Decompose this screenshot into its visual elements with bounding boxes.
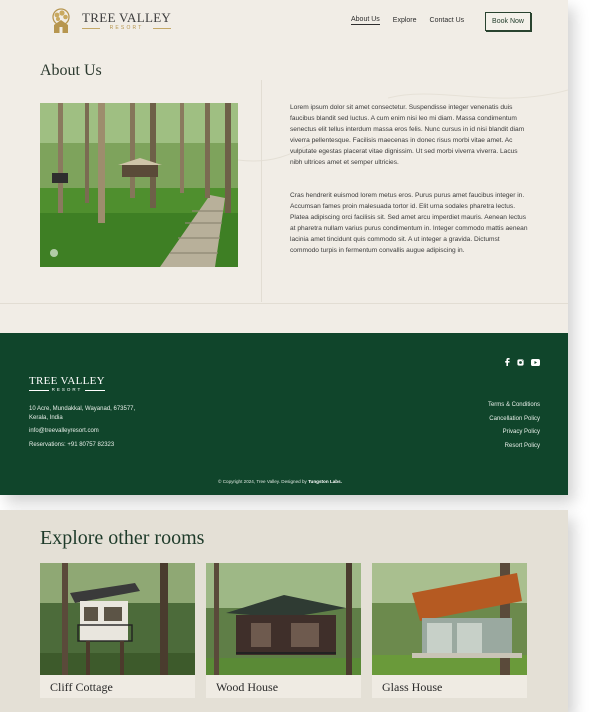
room-name: Cliff Cottage	[50, 680, 113, 694]
room-image	[206, 563, 361, 675]
room-card-wood-house[interactable]: Wood House	[206, 563, 361, 698]
explore-rooms-section: Explore other rooms Cliff Cottage Wood H…	[0, 510, 568, 712]
nav-about-us[interactable]: About Us	[351, 16, 380, 25]
footer-brand-sub: RESORT	[29, 387, 105, 393]
room-image	[372, 563, 527, 675]
footer-brand-logo[interactable]: TREE VALLEY RESORT	[29, 375, 105, 393]
footer-phone[interactable]: Reservations: +91 80757 82323	[29, 441, 114, 450]
about-paragraph-1: Lorem ipsum dolor sit amet consectetur. …	[290, 104, 525, 167]
footer-email-link[interactable]: info@treevalleyresort.com	[29, 427, 99, 436]
footer-link-privacy[interactable]: Privacy Policy	[488, 426, 540, 440]
instagram-icon[interactable]	[517, 358, 524, 366]
copyright-notice: © Copyright 2024, Tree Valley. Designed …	[218, 479, 307, 484]
footer-address: 10 Acre, Mundakkal, Wayanad, 673577, Ker…	[29, 406, 136, 421]
page-title: About Us	[40, 62, 102, 79]
room-card-glass-house[interactable]: Glass House	[372, 563, 527, 698]
copyright-text: © Copyright 2024, Tree Valley. Designed …	[0, 479, 560, 484]
social-links	[504, 358, 540, 366]
brand-sub: RESORT	[82, 25, 172, 32]
about-forest-image	[40, 103, 238, 267]
book-now-button[interactable]: Book Now	[485, 12, 531, 31]
section-title: Explore other rooms	[40, 527, 205, 549]
nav-contact-us[interactable]: Contact Us	[430, 17, 465, 24]
room-name: Glass House	[382, 680, 443, 694]
brand-name: TREE VALLEY	[82, 9, 172, 25]
nav-explore[interactable]: Explore	[393, 17, 417, 24]
room-name: Wood House	[216, 680, 279, 694]
footer-policy-links: Terms & Conditions Cancellation Policy P…	[488, 399, 540, 453]
room-card-cliff-cottage[interactable]: Cliff Cottage	[40, 563, 195, 698]
youtube-icon[interactable]	[531, 358, 540, 366]
brand-logo[interactable]: TREE VALLEY RESORT	[48, 8, 172, 34]
footer-link-terms[interactable]: Terms & Conditions	[488, 399, 540, 413]
footer-link-cancellation[interactable]: Cancellation Policy	[488, 413, 540, 427]
tree-house-logo-icon	[52, 8, 70, 33]
main-nav: About Us Explore Contact Us	[351, 16, 477, 25]
facebook-icon[interactable]	[504, 358, 510, 366]
footer-link-resort-policy[interactable]: Resort Policy	[488, 440, 540, 454]
about-page: TREE VALLEY RESORT About Us Explore Cont…	[0, 0, 568, 495]
divider-vertical	[261, 80, 262, 302]
site-footer: TREE VALLEY RESORT 10 Acre, Mundakkal, W…	[0, 333, 568, 495]
divider-horizontal	[0, 303, 568, 304]
footer-brand-name: TREE VALLEY	[29, 375, 105, 387]
room-image	[40, 563, 195, 675]
designer-link[interactable]: Tungston Labs.	[308, 479, 342, 484]
about-paragraph-2: Cras hendrerit euismod lorem metus eros.…	[290, 192, 528, 255]
